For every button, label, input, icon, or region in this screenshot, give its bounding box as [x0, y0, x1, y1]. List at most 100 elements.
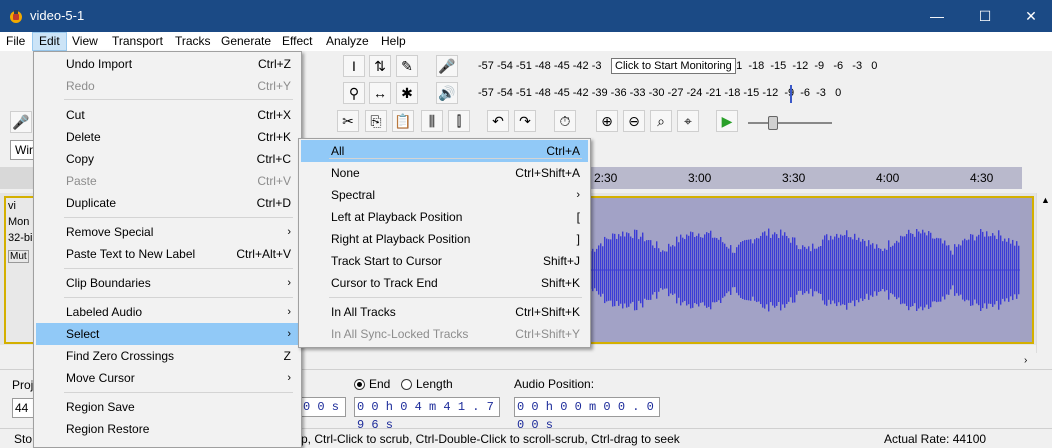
- waveform-sample: [956, 246, 958, 294]
- menu-item-select[interactable]: Select ›: [36, 323, 299, 345]
- menu-tracks[interactable]: Tracks: [169, 32, 217, 51]
- waveform-sample: [768, 228, 770, 312]
- mute-button[interactable]: Mut: [8, 250, 29, 263]
- minimize-button[interactable]: —: [914, 0, 960, 32]
- timeline-ruler-selected[interactable]: 2:30 3:00 3:30 4:00 4:30: [590, 167, 1022, 189]
- paste-icon[interactable]: 📋: [392, 110, 414, 132]
- scroll-up-icon[interactable]: ▲: [1041, 195, 1050, 205]
- close-button[interactable]: ✕: [1008, 0, 1052, 32]
- waveform-sample: [760, 235, 762, 305]
- menu-analyze[interactable]: Analyze: [320, 32, 375, 51]
- redo-icon[interactable]: ↷: [514, 110, 536, 132]
- selection-tool-icon[interactable]: I: [343, 55, 365, 77]
- menu-item-undo-import[interactable]: Undo Import Ctrl+Z: [36, 53, 299, 75]
- menu-item-paste-text-to-new-label[interactable]: Paste Text to New Label Ctrl+Alt+V: [36, 243, 299, 265]
- waveform-sample: [962, 240, 964, 300]
- multi-tool-icon[interactable]: ✱: [396, 82, 418, 104]
- microphone-icon[interactable]: 🎤: [10, 111, 32, 133]
- waveform-sample: [604, 236, 606, 304]
- record-meter-icon[interactable]: 🎤: [436, 55, 458, 77]
- play-at-speed-icon[interactable]: ▶: [716, 110, 738, 132]
- menu-item-labeled-audio[interactable]: Labeled Audio ›: [36, 301, 299, 323]
- menu-item-cut[interactable]: Cut Ctrl+X: [36, 104, 299, 126]
- play-speed-slider-thumb[interactable]: [768, 116, 778, 130]
- project-rate-select[interactable]: 44: [12, 398, 34, 418]
- waveform-sample: [896, 240, 898, 300]
- fit-project-icon[interactable]: ⌖: [677, 110, 699, 132]
- menu-view[interactable]: View: [66, 32, 104, 51]
- vertical-scrollbar[interactable]: ▲: [1036, 193, 1052, 353]
- waveform-sample: [712, 237, 714, 303]
- menu-item-clip-boundaries[interactable]: Clip Boundaries ›: [36, 272, 299, 294]
- waveform-sample: [982, 231, 984, 309]
- menu-item-spectral[interactable]: Spectral ›: [301, 184, 588, 206]
- menu-item-redo[interactable]: Redo Ctrl+Y: [36, 75, 299, 97]
- playback-meter-icon[interactable]: 🔊: [436, 82, 458, 104]
- waveform-sample: [788, 238, 790, 302]
- end-radio[interactable]: [354, 379, 365, 390]
- menu-generate[interactable]: Generate: [215, 32, 277, 51]
- trim-icon[interactable]: ✂: [337, 110, 359, 132]
- silence-audio-icon[interactable]: ⫿: [448, 110, 470, 132]
- menu-bar: File Edit View Transport Tracks Generate…: [0, 32, 1052, 51]
- sync-lock-icon[interactable]: ⏱: [554, 110, 576, 132]
- menu-item-copy[interactable]: Copy Ctrl+C: [36, 148, 299, 170]
- selection-start-timecode[interactable]: 0 0 s: [300, 397, 346, 417]
- fit-selection-icon[interactable]: ⌕: [650, 110, 672, 132]
- menu-item-label: Cut: [66, 108, 85, 122]
- waveform-sample: [888, 240, 890, 300]
- zoom-in-icon[interactable]: ⊕: [596, 110, 618, 132]
- length-radio[interactable]: [401, 379, 412, 390]
- playback-meter-marker: [790, 85, 792, 103]
- menu-item-remove-special[interactable]: Remove Special ›: [36, 221, 299, 243]
- maximize-button[interactable]: ☐: [962, 0, 1008, 32]
- audio-position-timecode[interactable]: 0 0 h 0 0 m 0 0 . 0 0 0 s: [514, 397, 660, 432]
- menu-item-delete[interactable]: Delete Ctrl+K: [36, 126, 299, 148]
- menu-item-shortcut: Ctrl+Z: [258, 57, 291, 71]
- menu-effect[interactable]: Effect: [276, 32, 318, 51]
- waveform-sample: [728, 248, 730, 292]
- menu-help[interactable]: Help: [375, 32, 412, 51]
- waveform-sample: [964, 238, 966, 302]
- draw-tool-icon[interactable]: ✎: [396, 55, 418, 77]
- track-name[interactable]: vi: [8, 200, 16, 212]
- menu-item-none[interactable]: None Ctrl+Shift+A: [301, 162, 588, 184]
- waveform-sample: [668, 243, 670, 297]
- menu-file[interactable]: File: [0, 32, 31, 51]
- menu-item-in-all-sync-locked-tracks[interactable]: In All Sync-Locked Tracks Ctrl+Shift+Y: [301, 323, 588, 345]
- track-control-panel[interactable]: vi Mon 32-bi Mut: [6, 198, 33, 342]
- waveform-sample: [886, 249, 888, 291]
- waveform-sample: [868, 240, 870, 300]
- waveform-sample: [650, 240, 652, 300]
- menu-item-label: Track Start to Cursor: [331, 254, 442, 268]
- envelope-tool-icon[interactable]: ⇅: [369, 55, 391, 77]
- undo-icon[interactable]: ↶: [487, 110, 509, 132]
- waveform-sample: [840, 234, 842, 306]
- menu-item-track-start-to-cursor[interactable]: Track Start to Cursor Shift+J: [301, 250, 588, 272]
- menu-item-cursor-to-track-end[interactable]: Cursor to Track End Shift+K: [301, 272, 588, 294]
- play-speed-slider[interactable]: [748, 122, 832, 124]
- playback-meter[interactable]: -57 -54 -51 -48 -45 -42 -39 -36 -33 -30 …: [468, 81, 878, 105]
- menu-item-left-at-playback-position[interactable]: Left at Playback Position [: [301, 206, 588, 228]
- waveform-sample: [930, 232, 932, 308]
- menu-item-region-restore[interactable]: Region Restore: [36, 418, 299, 440]
- trim-audio-icon[interactable]: ⫼: [421, 110, 443, 132]
- menu-item-find-zero-crossings[interactable]: Find Zero Crossings Z: [36, 345, 299, 367]
- menu-transport[interactable]: Transport: [106, 32, 169, 51]
- waveform-sample: [642, 232, 644, 308]
- menu-item-duplicate[interactable]: Duplicate Ctrl+D: [36, 192, 299, 214]
- selection-end-timecode[interactable]: 0 0 h 0 4 m 4 1 . 7 9 6 s: [354, 397, 500, 432]
- menu-item-move-cursor[interactable]: Move Cursor ›: [36, 367, 299, 389]
- copy-icon[interactable]: ⎘: [365, 110, 387, 132]
- menu-item-paste[interactable]: Paste Ctrl+V: [36, 170, 299, 192]
- menu-edit[interactable]: Edit: [32, 32, 67, 51]
- zoom-tool-icon[interactable]: ⚲: [343, 82, 365, 104]
- waveform-sample: [866, 246, 868, 294]
- menu-item-in-all-tracks[interactable]: In All Tracks Ctrl+Shift+K: [301, 301, 588, 323]
- zoom-out-icon[interactable]: ⊖: [623, 110, 645, 132]
- menu-item-right-at-playback-position[interactable]: Right at Playback Position]: [301, 228, 588, 250]
- end-label: End: [369, 377, 391, 391]
- scroll-right-icon[interactable]: ›: [1024, 355, 1027, 366]
- menu-item-region-save[interactable]: Region Save: [36, 396, 299, 418]
- timeshift-tool-icon[interactable]: ↔: [369, 82, 391, 104]
